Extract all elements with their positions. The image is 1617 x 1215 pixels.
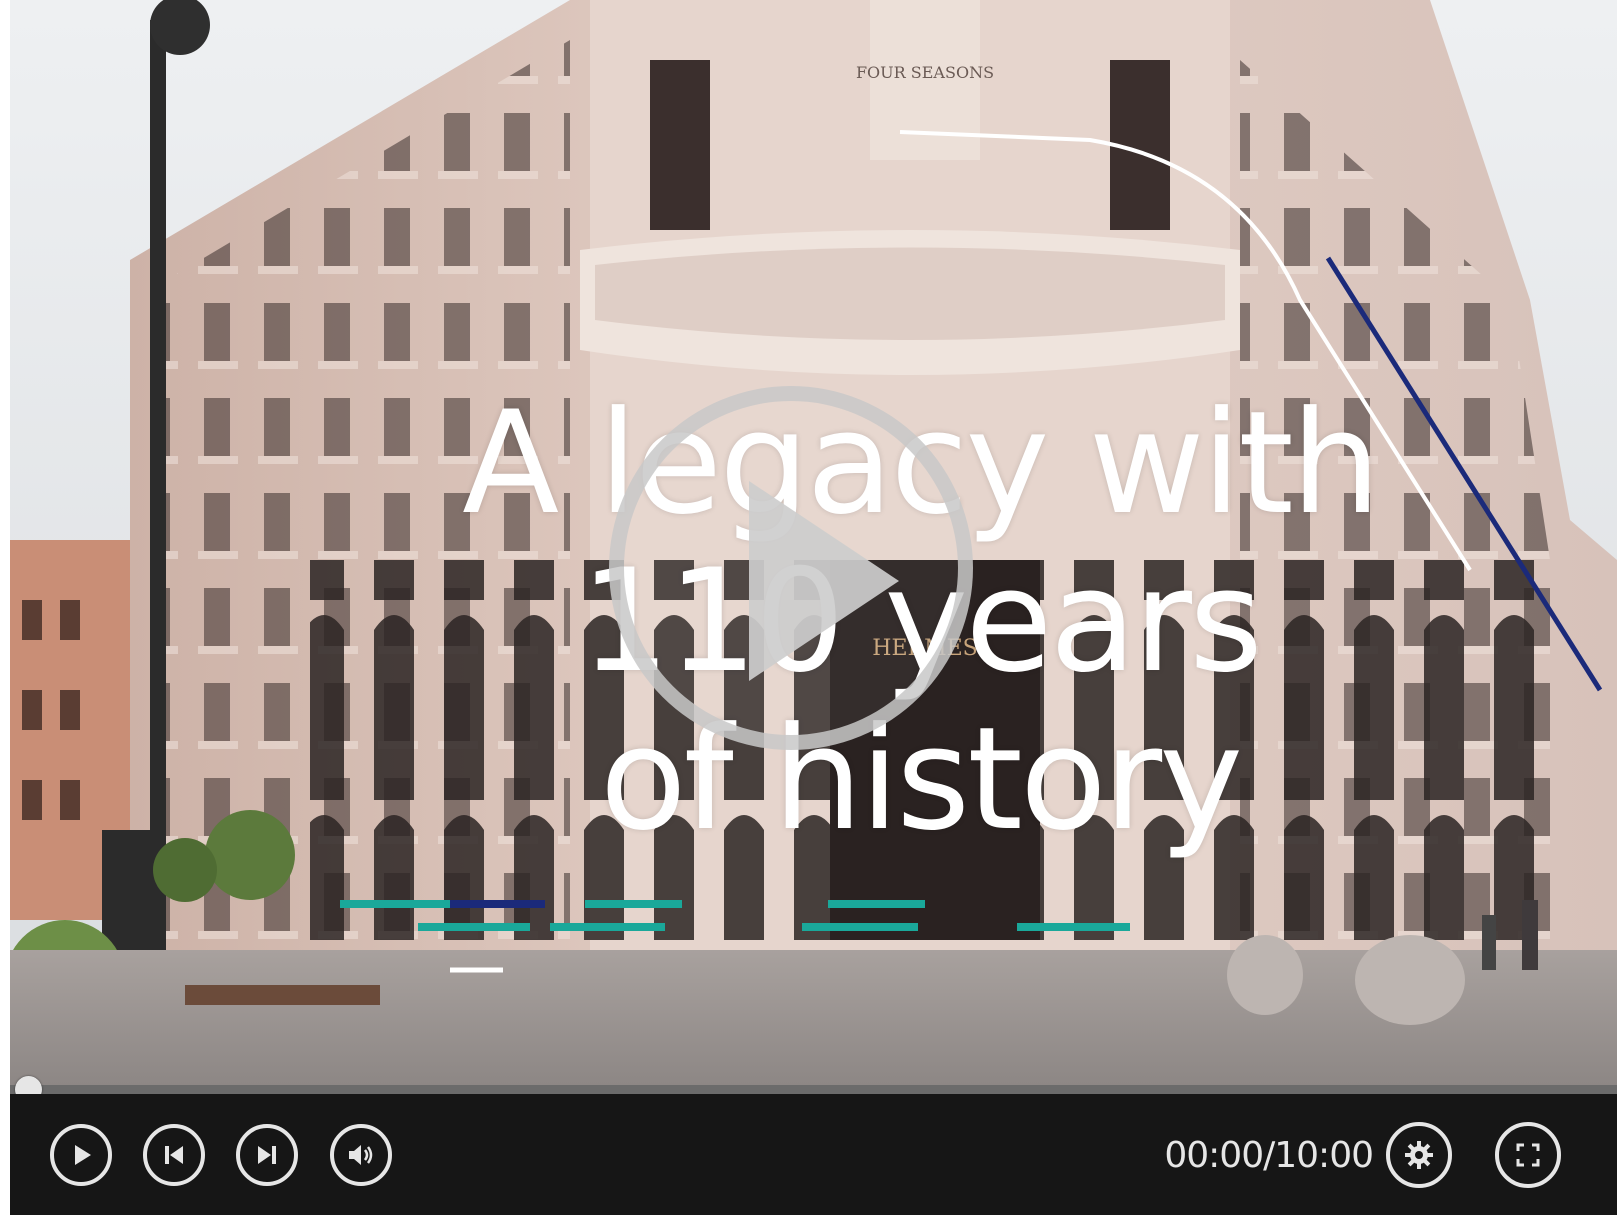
big-play-icon <box>749 481 899 681</box>
video-player[interactable]: FOUR SEASONS HERMES A legacy with 110 ye… <box>10 0 1617 1215</box>
control-bar: 00:00/10:00 <box>10 1094 1617 1215</box>
duration: 10:00 <box>1274 1135 1374 1176</box>
fullscreen-icon <box>1516 1143 1540 1167</box>
play-button[interactable] <box>50 1124 112 1186</box>
skip-next-icon <box>258 1146 276 1164</box>
volume-button[interactable] <box>330 1124 392 1186</box>
settings-button[interactable] <box>1386 1122 1452 1188</box>
title-line-3: of history <box>599 697 1243 862</box>
time-separator: / <box>1263 1135 1275 1176</box>
play-icon <box>75 1145 91 1165</box>
time-display: 00:00/10:00 <box>1164 1135 1374 1176</box>
gear-icon <box>1405 1141 1433 1169</box>
volume-icon <box>349 1145 373 1165</box>
signage-top-text: FOUR SEASONS <box>856 63 994 82</box>
current-time: 00:00 <box>1164 1135 1264 1176</box>
video-frame[interactable]: FOUR SEASONS HERMES A legacy with 110 ye… <box>10 0 1617 1090</box>
progress-bar[interactable] <box>10 1076 1617 1103</box>
big-play-button[interactable] <box>609 386 973 750</box>
skip-previous-icon <box>165 1146 183 1164</box>
skip-next-button[interactable] <box>236 1124 298 1186</box>
skip-previous-button[interactable] <box>143 1124 205 1186</box>
fullscreen-button[interactable] <box>1495 1122 1561 1188</box>
